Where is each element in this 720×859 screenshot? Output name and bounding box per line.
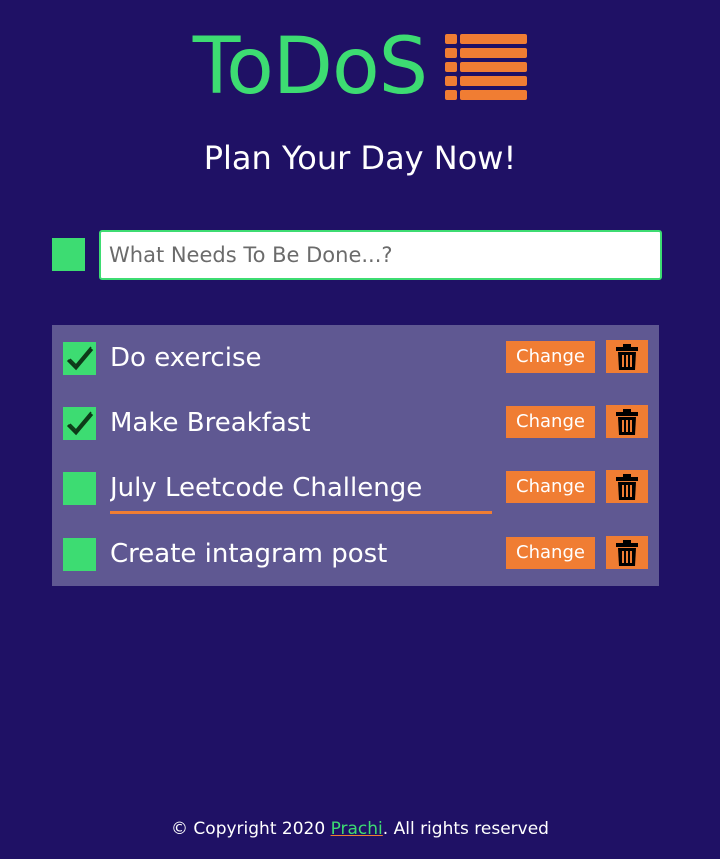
tagline: Plan Your Day Now!: [203, 139, 517, 177]
new-todo-input[interactable]: [99, 230, 662, 280]
todo-list: Do exercise Change Make Breakfast Change: [52, 325, 659, 586]
copyright-suffix: . All rights reserved: [382, 819, 549, 839]
checkmark-icon: [66, 411, 94, 436]
todo-checkbox[interactable]: [63, 472, 96, 505]
list-icon: [445, 34, 528, 100]
checkmark-icon: [66, 346, 94, 371]
todo-edit-field[interactable]: July Leetcode Challenge: [110, 469, 492, 514]
trash-icon: [616, 540, 638, 566]
change-button[interactable]: Change: [506, 341, 595, 373]
todo-checkbox[interactable]: [63, 407, 96, 440]
todo-item: Create intagram post Change: [52, 521, 659, 571]
author-link[interactable]: Prachi: [331, 819, 383, 839]
todo-label[interactable]: Create intagram post: [110, 535, 492, 575]
app-title: ToDoS: [192, 22, 428, 112]
todo-checkbox[interactable]: [63, 342, 96, 375]
app-header: ToDoS: [0, 22, 720, 112]
toggle-all-checkbox[interactable]: [52, 238, 85, 271]
trash-icon: [616, 409, 638, 435]
delete-button[interactable]: [606, 340, 648, 373]
todo-checkbox[interactable]: [63, 538, 96, 571]
change-button[interactable]: Change: [506, 471, 595, 503]
delete-button[interactable]: [606, 405, 648, 438]
todo-item: Do exercise Change: [52, 325, 659, 375]
trash-icon: [616, 474, 638, 500]
copyright-prefix: © Copyright 2020: [171, 819, 331, 839]
todo-label[interactable]: Do exercise: [110, 339, 492, 379]
todo-item-editing: July Leetcode Challenge Change: [52, 455, 659, 514]
trash-icon: [616, 344, 638, 370]
delete-button[interactable]: [606, 536, 648, 569]
change-button[interactable]: Change: [506, 537, 595, 569]
add-todo-row: [52, 230, 662, 280]
todo-label[interactable]: Make Breakfast: [110, 404, 492, 444]
todo-item: Make Breakfast Change: [52, 390, 659, 440]
change-button[interactable]: Change: [506, 406, 595, 438]
delete-button[interactable]: [606, 470, 648, 503]
footer: © Copyright 2020 Prachi. All rights rese…: [0, 817, 720, 841]
